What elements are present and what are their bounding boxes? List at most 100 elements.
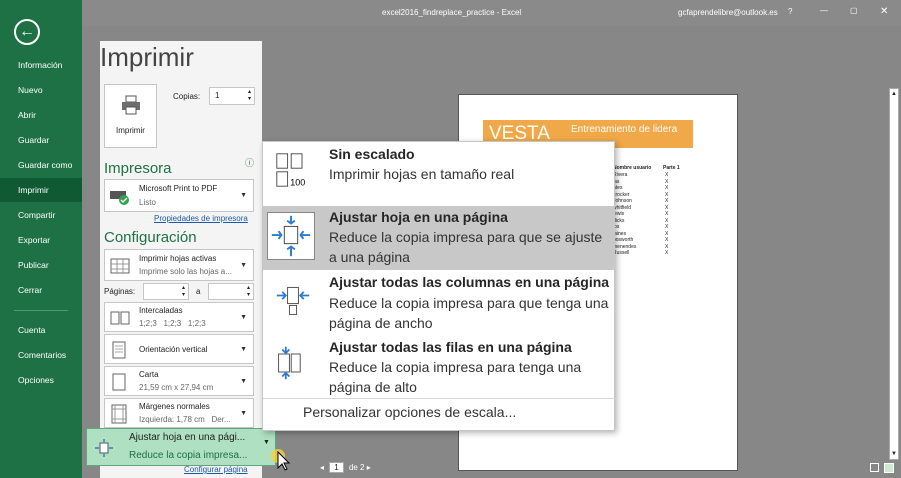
option-fit-sheet[interactable]: Ajustar hoja en una página Reduce la cop… (263, 206, 615, 270)
nav-divider (14, 310, 68, 311)
user-account[interactable]: gcfaprendelibre@outlook.es (678, 8, 778, 17)
preview-row-mark: X (665, 185, 669, 191)
preview-row-mark: X (665, 172, 669, 178)
nav-informacion[interactable]: Información (0, 53, 82, 77)
info-icon[interactable]: ⓘ (245, 156, 254, 169)
printer-properties-link[interactable]: Propiedades de impresora (154, 214, 248, 223)
nav-publicar[interactable]: Publicar (0, 253, 82, 277)
sheets-dropdown[interactable]: Imprimir hojas activas Imprime solo las … (104, 249, 254, 281)
preview-row-mark: X (665, 191, 669, 198)
show-margins-icon[interactable] (870, 463, 879, 472)
preview-row-mark: X (665, 237, 669, 243)
printer-dropdown[interactable]: Microsoft Print to PDF Listo ▼ (104, 179, 254, 212)
preview-row-name: Johnson (613, 198, 632, 204)
option-title: Sin escalado (329, 146, 415, 162)
next-page-icon[interactable]: ▸ (367, 463, 371, 472)
preview-row-mark: X (665, 217, 669, 224)
margins-main: Márgenes normales (139, 402, 210, 411)
pages-from-input[interactable]: ▴ ▾ (143, 283, 189, 300)
nav-guardar[interactable]: Guardar (0, 128, 82, 152)
scaling-dropdown[interactable]: Ajustar hoja en una pági... Reduce la co… (86, 428, 276, 466)
scaling-main: Ajustar hoja en una pági... (129, 432, 246, 443)
sheet-grid-icon (110, 258, 130, 274)
option-fit-columns[interactable]: Ajustar todas las columnas en una página… (263, 272, 615, 336)
window-title: excel2016_findreplace_practice - Excel (382, 8, 522, 17)
option-desc: Reduce la copia impresa para tenga una p… (329, 359, 582, 395)
spinner-icon[interactable]: ▴ ▾ (182, 285, 185, 299)
nav-compartir[interactable]: Compartir (0, 203, 82, 227)
preview-row-mark: X (665, 243, 669, 250)
nav-opciones[interactable]: Opciones (0, 368, 82, 392)
paper-icon (112, 373, 126, 391)
nav-guardar-como[interactable]: Guardar como (0, 153, 82, 177)
nav-cuenta[interactable]: Cuenta (0, 318, 82, 342)
chevron-down-icon: ▼ (240, 192, 247, 199)
custom-scaling-option[interactable]: Personalizar opciones de escala... (303, 404, 516, 420)
pages-to-label: a (196, 287, 201, 296)
scaling-menu: 100 Sin escalado Imprimir hojas en tamañ… (262, 141, 615, 431)
spinner-icon[interactable]: ▴ ▾ (248, 89, 251, 103)
printer-status-icon (110, 191, 129, 205)
copies-input[interactable]: 1 ▴ ▾ (209, 87, 255, 105)
backstage-sidebar: ← Información Nuevo Abrir Guardar Guarda… (0, 0, 82, 478)
chevron-down-icon: ▼ (240, 314, 247, 321)
printer-section-title: Impresora (104, 160, 172, 177)
preview-row-mark: X (665, 204, 669, 211)
scroll-down-icon[interactable]: ▼ (891, 451, 897, 457)
sheets-main: Imprimir hojas activas (139, 254, 217, 263)
option-title: Ajustar todas las filas en una página (329, 339, 572, 355)
close-button[interactable]: ✕ (880, 6, 888, 17)
scale-100-text: 100 (290, 177, 305, 187)
pages-to-input[interactable]: ▴ ▾ (208, 283, 254, 300)
scroll-up-icon[interactable]: ▲ (891, 91, 897, 97)
chevron-down-icon: ▼ (240, 262, 247, 269)
copies-label: Copias: (173, 92, 201, 101)
nav-nuevo[interactable]: Nuevo (0, 78, 82, 102)
print-button-label: Imprimir (116, 126, 145, 135)
nav-cerrar[interactable]: Cerrar (0, 278, 82, 302)
nav-abrir[interactable]: Abrir (0, 103, 82, 127)
orientation-label: Orientación vertical (139, 345, 208, 354)
option-desc: Imprimir hojas en tamaño real (329, 166, 515, 182)
preview-row-mark: X (665, 224, 669, 230)
zoom-page-icon[interactable] (884, 463, 894, 473)
preview-scrollbar[interactable]: ▲ ▼ (889, 88, 899, 460)
nav-comentarios[interactable]: Comentarios (0, 343, 82, 367)
nav-exportar[interactable]: Exportar (0, 228, 82, 252)
chevron-down-icon: ▼ (240, 346, 247, 353)
preview-row-mark: X (665, 198, 669, 204)
margins-icon (111, 404, 127, 424)
preview-col1: Nombre usuario (613, 165, 652, 171)
print-button[interactable]: Imprimir (104, 84, 157, 148)
preview-row-name: Russell (613, 250, 630, 256)
no-scaling-icon: 100 (276, 153, 305, 187)
current-page-input[interactable]: 1 (329, 462, 344, 473)
collate-dropdown[interactable]: Intercaladas 1;2;3 1;2;3 1;2;3 ▼ (104, 302, 254, 332)
page-total: de 2 (348, 463, 365, 472)
collated-pages-icon (110, 311, 130, 325)
restore-button[interactable]: ▢ (850, 6, 858, 15)
page-setup-link[interactable]: Configurar página (184, 465, 248, 474)
config-section-title: Configuración (104, 229, 197, 246)
minimize-button[interactable]: — (820, 6, 828, 15)
margins-dropdown[interactable]: Márgenes normales Izquierda: 1,78 cm Der… (104, 398, 254, 428)
option-desc: Reduce la copia impresa para que tenga u… (329, 295, 609, 331)
paper-size-dropdown[interactable]: Carta 21,59 cm x 27,94 cm ▼ (104, 366, 254, 396)
preview-row-mark: X (665, 250, 669, 256)
option-title: Ajustar hoja en una página (329, 209, 508, 225)
option-no-scaling[interactable]: 100 Sin escalado Imprimir hojas en tamañ… (263, 142, 615, 204)
option-desc: Reduce la copia impresa para que se ajus… (329, 229, 603, 265)
scaling-sub: Reduce la copia impresa... (129, 450, 248, 461)
margins-sub: Izquierda: 1,78 cm Der... (139, 415, 231, 424)
preview-row-name: whitfield (613, 204, 632, 211)
back-arrow-icon[interactable]: ← (14, 19, 40, 45)
orientation-dropdown[interactable]: Orientación vertical ▼ (104, 334, 254, 364)
option-fit-rows[interactable]: Ajustar todas las filas en una página Re… (263, 337, 615, 399)
preview-row-mark: X (665, 230, 669, 237)
nav-imprimir[interactable]: Imprimir (0, 178, 82, 202)
sheets-sub: Imprime solo las hojas a... (139, 267, 232, 276)
help-button[interactable]: ? (788, 7, 792, 16)
spinner-icon[interactable]: ▴ ▾ (247, 285, 250, 299)
prev-page-icon[interactable]: ◂ (320, 463, 324, 472)
preview-col2: Parte 1 (663, 165, 680, 171)
